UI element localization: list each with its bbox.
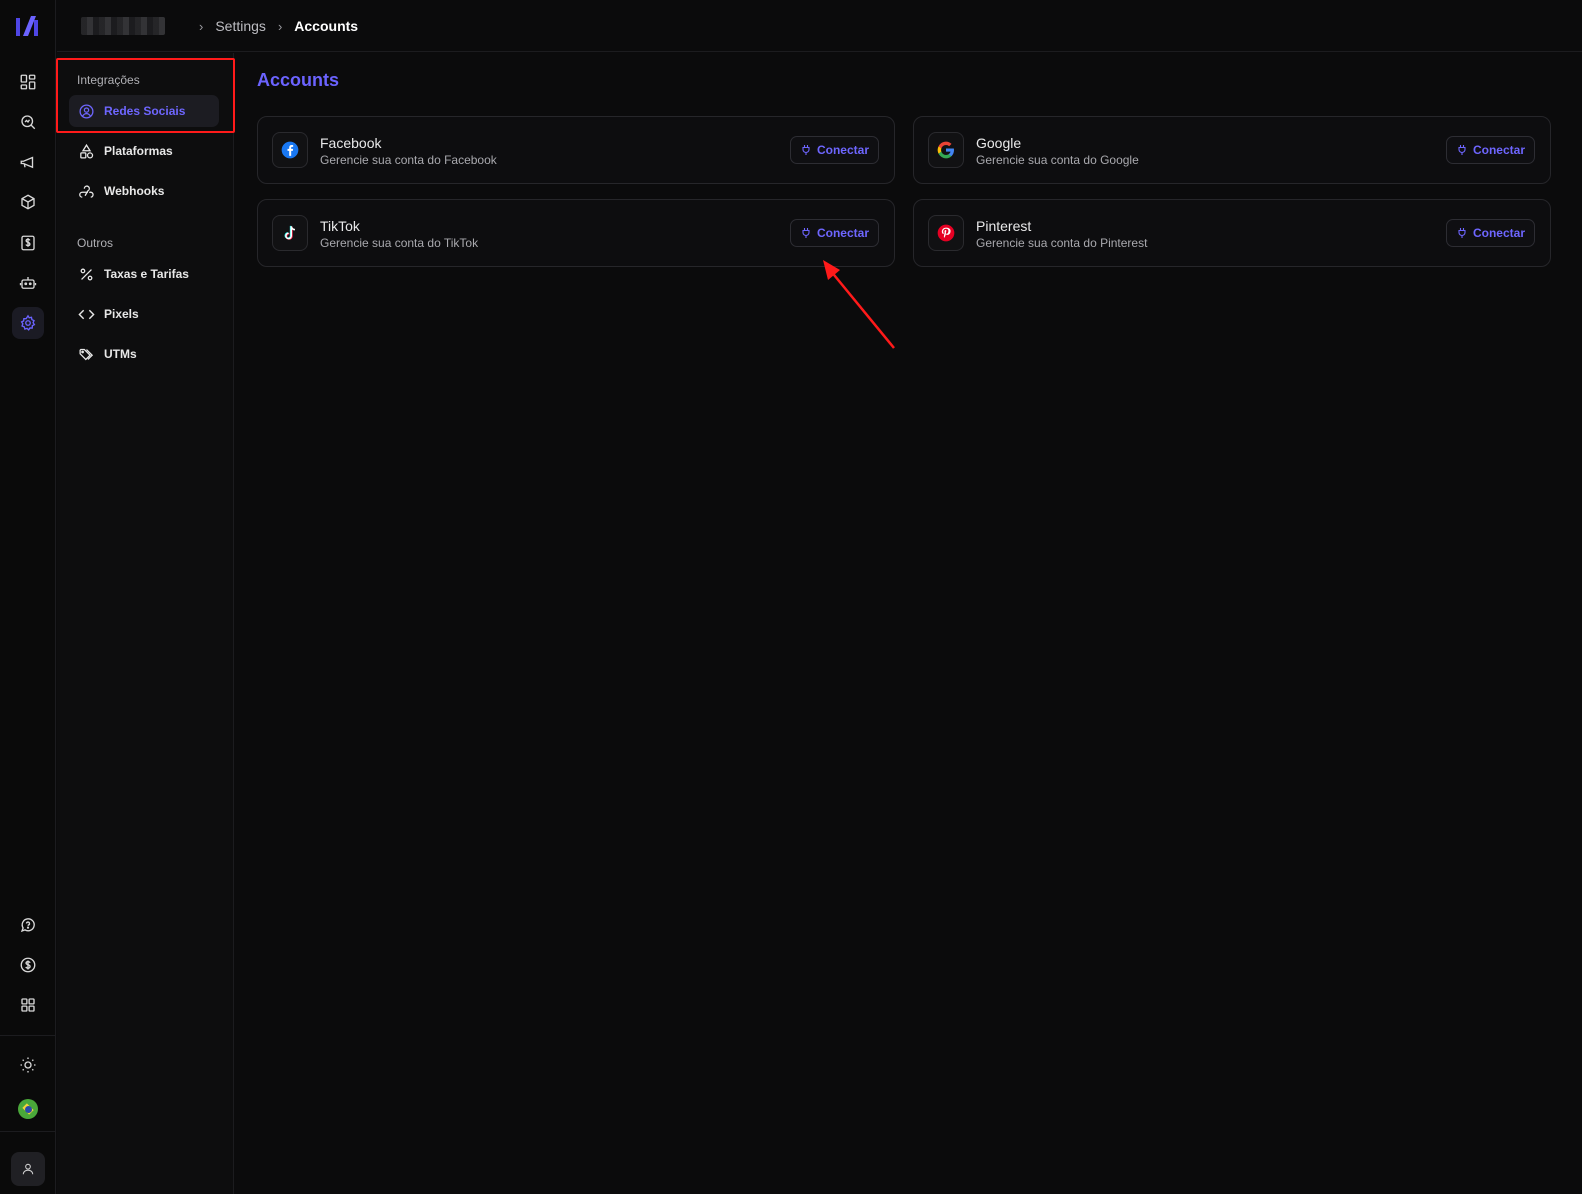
settings-gear-icon[interactable] xyxy=(12,307,44,339)
user-circle-icon xyxy=(77,102,95,120)
connect-pinterest-button[interactable]: Conectar xyxy=(1445,219,1535,247)
bot-icon[interactable] xyxy=(12,267,44,299)
account-description: Gerencie sua conta do Facebook xyxy=(320,153,497,167)
sidebar-item-taxas-e-tarifas[interactable]: Taxas e Tarifas xyxy=(69,258,219,290)
theme-sun-icon[interactable] xyxy=(12,1049,44,1081)
sidebar-item-label: Webhooks xyxy=(104,184,165,198)
settings-sidebar: Integrações Redes Sociais Plataformas We… xyxy=(57,53,234,1194)
facebook-icon xyxy=(272,132,308,168)
account-card-tiktok: TikTok Gerencie sua conta do TikTok Cone… xyxy=(257,199,895,267)
search-analytics-icon[interactable] xyxy=(12,106,44,138)
breadcrumb-settings[interactable]: Settings xyxy=(215,18,266,34)
connect-facebook-button[interactable]: Conectar xyxy=(789,136,879,164)
account-description: Gerencie sua conta do Pinterest xyxy=(976,236,1148,250)
account-card-google: Google Gerencie sua conta do Google Cone… xyxy=(913,116,1551,184)
account-name: Google xyxy=(976,135,1022,151)
top-bar: › Settings › Accounts xyxy=(57,0,1582,52)
page-title: Accounts xyxy=(257,70,340,90)
app-logo[interactable] xyxy=(12,10,42,42)
connect-button-label: Conectar xyxy=(816,143,869,157)
account-card-facebook: Facebook Gerencie sua conta do Facebook … xyxy=(257,116,895,184)
connect-google-button[interactable]: Conectar xyxy=(1445,136,1535,164)
sidebar-item-redes-sociais[interactable]: Redes Sociais xyxy=(69,95,219,127)
chevron-right-icon: › xyxy=(277,18,283,34)
account-description: Gerencie sua conta do TikTok xyxy=(320,236,479,250)
plug-icon xyxy=(1458,145,1466,155)
sidebar-item-plataformas[interactable]: Plataformas xyxy=(69,135,219,167)
icon-rail xyxy=(0,0,56,1194)
shapes-icon xyxy=(77,142,95,160)
connect-button-label: Conectar xyxy=(816,226,869,240)
breadcrumb-accounts: Accounts xyxy=(294,18,359,34)
plug-icon xyxy=(802,145,810,155)
plug-icon xyxy=(802,228,810,238)
tags-icon xyxy=(77,345,95,363)
breadcrumb: › Settings › Accounts xyxy=(187,18,358,34)
sidebar-item-utms[interactable]: UTMs xyxy=(69,338,219,370)
connect-button-label: Conectar xyxy=(1472,226,1525,240)
sidebar-item-pixels[interactable]: Pixels xyxy=(69,298,219,330)
apps-grid-icon[interactable] xyxy=(12,989,44,1021)
sidebar-item-label: UTMs xyxy=(104,347,137,361)
account-description: Gerencie sua conta do Google xyxy=(976,153,1139,167)
pinterest-icon xyxy=(928,215,964,251)
account-name: Facebook xyxy=(320,135,382,151)
sidebar-item-label: Plataformas xyxy=(104,144,173,158)
megaphone-icon[interactable] xyxy=(12,146,44,178)
webhook-icon xyxy=(77,182,95,200)
code-icon xyxy=(77,305,95,323)
sidebar-section-integracoes: Integrações xyxy=(77,73,140,87)
rail-divider xyxy=(0,1035,56,1036)
package-icon[interactable] xyxy=(12,186,44,218)
account-card-pinterest: Pinterest Gerencie sua conta do Pinteres… xyxy=(913,199,1551,267)
sidebar-item-webhooks[interactable]: Webhooks xyxy=(69,175,219,207)
account-name: Pinterest xyxy=(976,218,1032,234)
account-name: TikTok xyxy=(320,218,360,234)
sidebar-item-label: Pixels xyxy=(104,307,139,321)
connect-tiktok-button[interactable]: Conectar xyxy=(789,219,879,247)
sidebar-section-outros: Outros xyxy=(77,236,114,250)
organization-selector[interactable] xyxy=(81,17,165,35)
user-avatar-icon[interactable] xyxy=(11,1152,45,1186)
plug-icon xyxy=(1458,228,1466,238)
brazil-flag-icon[interactable] xyxy=(18,1099,38,1119)
connect-button-label: Conectar xyxy=(1472,143,1525,157)
help-chat-icon[interactable] xyxy=(12,909,44,941)
chevron-right-icon: › xyxy=(199,18,204,34)
rail-divider xyxy=(0,1131,56,1132)
sidebar-item-label: Taxas e Tarifas xyxy=(104,267,189,281)
tiktok-icon xyxy=(272,215,308,251)
annotation-arrow-icon xyxy=(823,260,895,349)
google-icon xyxy=(928,132,964,168)
percent-icon xyxy=(77,265,95,283)
dollar-circle-icon[interactable] xyxy=(12,949,44,981)
sidebar-item-label: Redes Sociais xyxy=(104,104,186,118)
dashboard-icon[interactable] xyxy=(12,66,44,98)
dollar-receipt-icon[interactable] xyxy=(12,227,44,259)
